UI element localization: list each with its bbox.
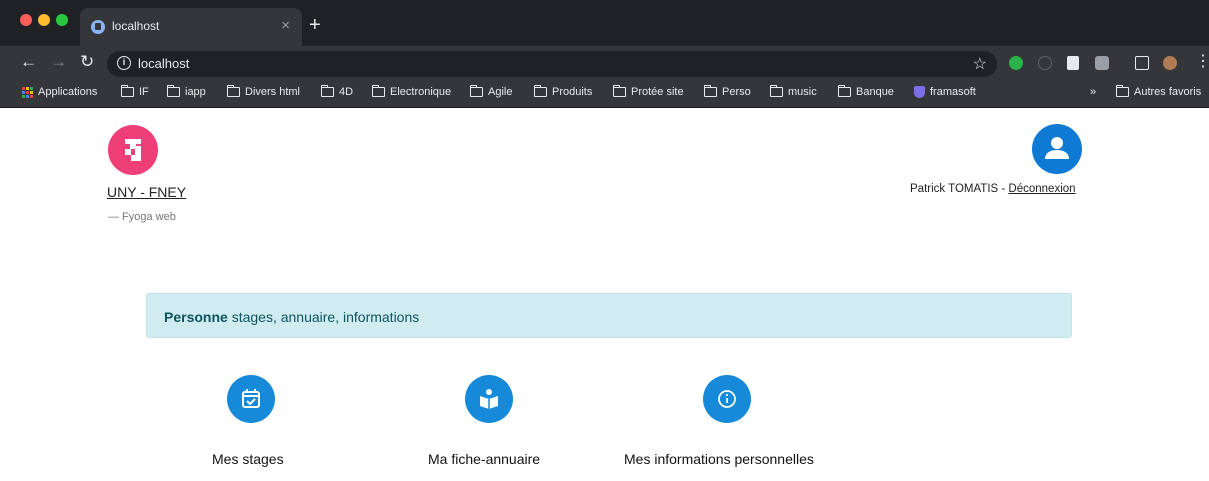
bookmarks-overflow-button[interactable]: »	[1090, 86, 1096, 98]
profile-avatar-icon[interactable]	[1163, 56, 1177, 70]
user-icon	[1045, 137, 1069, 159]
mes-stages-button[interactable]	[227, 375, 275, 423]
page-content: UNY - FNEY — Fyoga web Patrick TOMATIS -…	[0, 108, 1209, 481]
folder-icon	[704, 85, 717, 97]
shield-icon	[914, 86, 925, 98]
extension-info-icon[interactable]	[1038, 56, 1052, 70]
logout-link[interactable]: Déconnexion	[1008, 183, 1075, 195]
bookmark-label: framasoft	[930, 86, 976, 98]
tab-title: localhost	[112, 19, 160, 33]
folder-icon	[838, 85, 851, 97]
favicon-icon	[91, 20, 105, 34]
window-maximize-button[interactable]	[56, 14, 68, 26]
folder-icon	[470, 85, 483, 97]
browser-tab-strip: localhost × +	[0, 0, 1209, 46]
back-icon[interactable]: ←	[20, 52, 37, 72]
browser-menu-icon[interactable]: ⋮	[1195, 53, 1209, 71]
user-separator: -	[998, 183, 1009, 195]
bookmark-folder-4d[interactable]: 4D	[321, 85, 354, 98]
bookmark-folder-iapp[interactable]: iapp	[167, 85, 206, 98]
browser-tab[interactable]: localhost ×	[80, 8, 302, 46]
bookmark-label: Agile	[488, 86, 513, 98]
folder-icon	[227, 85, 240, 97]
overflow-chevron-icon: »	[1090, 86, 1097, 98]
url-text: localhost	[138, 56, 190, 71]
book-person-icon	[480, 389, 498, 409]
folder-icon	[534, 85, 547, 97]
forward-icon[interactable]: →	[50, 52, 67, 72]
alert-text: Personne stages, annuaire, informations	[164, 309, 419, 325]
bookmark-label: music	[788, 86, 817, 98]
folder-icon	[372, 85, 385, 97]
alert-strong-text: Personne	[164, 309, 228, 325]
folder-icon	[1116, 85, 1129, 97]
bookmark-label: Banque	[856, 86, 894, 98]
new-tab-button[interactable]: +	[309, 15, 321, 35]
cast-icon[interactable]	[1135, 56, 1149, 70]
bookmark-folder-music[interactable]: music	[770, 85, 817, 98]
reload-icon[interactable]: ↻	[80, 52, 94, 72]
bookmark-label: Autres favoris	[1134, 86, 1202, 98]
bookmark-label: Perso	[722, 86, 751, 98]
logo-glyph-icon	[125, 139, 141, 161]
info-icon	[718, 390, 736, 408]
folder-icon	[321, 85, 334, 97]
alert-body-text: stages, annuaire, informations	[227, 309, 420, 325]
window-minimize-button[interactable]	[38, 14, 50, 26]
extension-vd-icon[interactable]	[1067, 56, 1079, 70]
bookmark-label: Electronique	[390, 86, 452, 98]
bookmark-label: 4D	[339, 86, 354, 98]
folder-icon	[770, 85, 783, 97]
bookmark-label: Applications	[38, 86, 98, 98]
user-avatar[interactable]	[1032, 124, 1082, 174]
bookmark-folder-protee-site[interactable]: Protée site	[613, 85, 684, 98]
bookmark-star-icon[interactable]: ☆	[973, 54, 987, 74]
bookmark-folder-autres-favoris[interactable]: Autres favoris	[1116, 85, 1202, 98]
extension-green-icon[interactable]	[1009, 56, 1023, 70]
site-title-link[interactable]: UNY - FNEY	[107, 184, 186, 200]
user-info: Patrick TOMATIS - Déconnexion	[910, 183, 1076, 195]
tab-close-icon[interactable]: ×	[281, 17, 290, 35]
info-alert: Personne stages, annuaire, informations	[146, 293, 1072, 338]
bookmark-framasoft[interactable]: framasoft	[914, 86, 976, 98]
bookmark-folder-divers-html[interactable]: Divers html	[227, 85, 301, 98]
bookmark-applications[interactable]: Applications	[22, 86, 97, 98]
mes-stages-label[interactable]: Mes stages	[212, 451, 284, 467]
bookmark-folder-electronique[interactable]: Electronique	[372, 85, 452, 98]
site-subtitle: — Fyoga web	[108, 211, 176, 223]
bookmark-label: IF	[139, 86, 149, 98]
site-info-icon[interactable]: i	[117, 56, 131, 70]
mes-informations-button[interactable]	[703, 375, 751, 423]
ma-fiche-annuaire-label[interactable]: Ma fiche-annuaire	[428, 451, 540, 467]
bookmarks-bar: Applications IF iapp Divers html 4D Elec…	[0, 80, 1209, 108]
bookmark-label: Protée site	[631, 86, 684, 98]
extension-chat-icon[interactable]	[1095, 56, 1109, 70]
bookmark-label: iapp	[185, 86, 206, 98]
bookmark-folder-perso[interactable]: Perso	[704, 85, 751, 98]
folder-icon	[167, 85, 180, 97]
bookmark-label: Produits	[552, 86, 593, 98]
user-name: Patrick TOMATIS	[910, 183, 999, 195]
folder-icon	[121, 85, 134, 97]
browser-toolbar: ← → ↻ i localhost ☆	[0, 46, 1209, 80]
ma-fiche-annuaire-button[interactable]	[465, 375, 513, 423]
calendar-check-icon	[242, 389, 260, 408]
bookmark-folder-if[interactable]: IF	[121, 85, 149, 98]
bookmark-folder-agile[interactable]: Agile	[470, 85, 513, 98]
site-logo[interactable]	[108, 125, 158, 175]
address-bar[interactable]: i localhost ☆	[107, 51, 997, 77]
mes-informations-label[interactable]: Mes informations personnelles	[624, 451, 814, 467]
apps-icon	[22, 86, 33, 98]
bookmark-label: Divers html	[245, 86, 301, 98]
window-close-button[interactable]	[20, 14, 32, 26]
bookmark-folder-banque[interactable]: Banque	[838, 85, 894, 98]
folder-icon	[613, 85, 626, 97]
bookmark-folder-produits[interactable]: Produits	[534, 85, 593, 98]
